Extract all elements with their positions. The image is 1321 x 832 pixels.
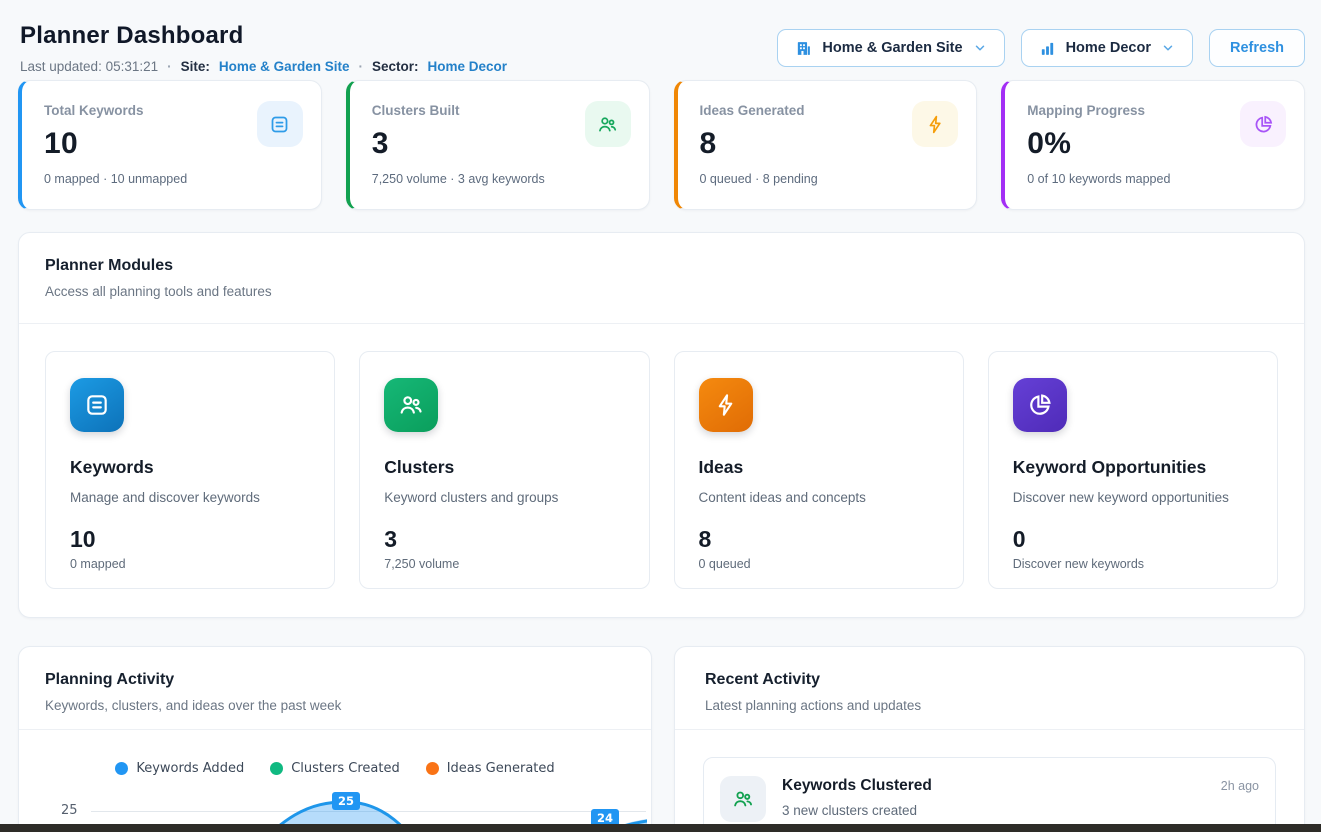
module-title: Clusters (384, 457, 624, 478)
chart-legend: Keywords Added Clusters Created Ideas Ge… (19, 761, 651, 776)
module-value: 8 (699, 526, 939, 553)
divider (19, 729, 651, 730)
header-actions: Home & Garden Site Home Decor Refresh (777, 29, 1305, 67)
last-updated: Last updated: 05:31:21 (20, 59, 158, 74)
legend-item-ideas-generated[interactable]: Ideas Generated (426, 761, 555, 776)
stat-card-mapping-progress: Mapping Progress 0% 0 of 10 keywords map… (1001, 80, 1305, 210)
legend-label: Ideas Generated (447, 761, 555, 776)
legend-dot-blue (115, 762, 128, 775)
page-meta: Last updated: 05:31:21 · Site: Home & Ga… (20, 59, 507, 74)
modules-subtitle: Access all planning tools and features (45, 284, 1278, 299)
sector-selector-dropdown[interactable]: Home Decor (1021, 29, 1193, 67)
activity-item-keywords-clustered: Keywords Clustered 2h ago 3 new clusters… (703, 757, 1276, 832)
module-card-ideas[interactable]: Ideas Content ideas and concepts 8 0 que… (674, 351, 964, 589)
activity-item-time: 2h ago (1221, 779, 1259, 793)
module-title: Keyword Opportunities (1013, 457, 1253, 478)
last-updated-value: 05:31:21 (106, 59, 159, 74)
stats-row: Total Keywords 10 0 mapped · 10 unmapped… (18, 80, 1305, 210)
sector-selector-label: Home Decor (1066, 40, 1151, 56)
refresh-button-label: Refresh (1230, 40, 1284, 56)
users-icon (720, 776, 766, 822)
module-description: Content ideas and concepts (699, 490, 939, 505)
module-value: 3 (384, 526, 624, 553)
recent-activity-title: Recent Activity (705, 671, 1274, 689)
divider (19, 323, 1304, 324)
pie-chart-icon (1240, 101, 1286, 147)
pie-chart-icon (1013, 378, 1067, 432)
stat-card-ideas-generated: Ideas Generated 8 0 queued · 8 pending (674, 80, 978, 210)
data-point-label: 25 (332, 792, 360, 810)
module-card-keywords[interactable]: Keywords Manage and discover keywords 10… (45, 351, 335, 589)
stat-card-total-keywords: Total Keywords 10 0 mapped · 10 unmapped (18, 80, 322, 210)
meta-separator: · (358, 59, 363, 74)
refresh-button[interactable]: Refresh (1209, 29, 1305, 67)
planning-activity-subtitle: Keywords, clusters, and ideas over the p… (45, 698, 625, 713)
site-selector-label: Home & Garden Site (822, 40, 962, 56)
bolt-icon (912, 101, 958, 147)
chevron-down-icon (1161, 41, 1175, 55)
module-title: Ideas (699, 457, 939, 478)
planning-activity-title: Planning Activity (45, 671, 625, 689)
module-title: Keywords (70, 457, 310, 478)
recent-activity-panel: Recent Activity Latest planning actions … (674, 646, 1305, 832)
site-label: Site: (181, 59, 210, 74)
modules-grid: Keywords Manage and discover keywords 10… (45, 351, 1278, 589)
users-icon (384, 378, 438, 432)
stat-detail: 0 of 10 keywords mapped (1027, 172, 1284, 186)
chevron-down-icon (973, 41, 987, 55)
sector-link[interactable]: Home Decor (427, 59, 507, 74)
site-selector-dropdown[interactable]: Home & Garden Site (777, 29, 1004, 67)
modules-title: Planner Modules (45, 257, 1278, 275)
sector-label: Sector: (372, 59, 419, 74)
activity-item-body: Keywords Clustered 2h ago 3 new clusters… (782, 772, 1259, 832)
site-link[interactable]: Home & Garden Site (219, 59, 350, 74)
module-card-keyword-opportunities[interactable]: Keyword Opportunities Discover new keywo… (988, 351, 1278, 589)
stat-card-clusters-built: Clusters Built 3 7,250 volume · 3 avg ke… (346, 80, 650, 210)
module-detail: 0 mapped (70, 557, 310, 571)
module-value: 10 (70, 526, 310, 553)
last-updated-label: Last updated: (20, 59, 102, 74)
divider (675, 729, 1304, 730)
legend-dot-orange (426, 762, 439, 775)
planning-activity-panel: Planning Activity Keywords, clusters, an… (18, 646, 652, 832)
legend-dot-green (270, 762, 283, 775)
module-detail: 7,250 volume (384, 557, 624, 571)
module-detail: Discover new keywords (1013, 557, 1253, 571)
recent-activity-subtitle: Latest planning actions and updates (705, 698, 1274, 713)
document-icon (70, 378, 124, 432)
module-description: Discover new keyword opportunities (1013, 490, 1253, 505)
legend-item-keywords-added[interactable]: Keywords Added (115, 761, 244, 776)
module-description: Keyword clusters and groups (384, 490, 624, 505)
stat-detail: 0 mapped · 10 unmapped (44, 172, 301, 186)
bar-chart-icon (1039, 40, 1056, 57)
activity-item-title: Keywords Clustered (782, 777, 932, 795)
bottom-edge-bar (0, 824, 1321, 832)
page-title: Planner Dashboard (20, 22, 243, 50)
legend-item-clusters-created[interactable]: Clusters Created (270, 761, 400, 776)
legend-label: Keywords Added (136, 761, 244, 776)
bolt-icon (699, 378, 753, 432)
building-icon (795, 40, 812, 57)
module-detail: 0 queued (699, 557, 939, 571)
module-card-clusters[interactable]: Clusters Keyword clusters and groups 3 7… (359, 351, 649, 589)
meta-separator: · (167, 59, 172, 74)
planner-modules-panel: Planner Modules Access all planning tool… (18, 232, 1305, 618)
users-icon (585, 101, 631, 147)
stat-detail: 7,250 volume · 3 avg keywords (372, 172, 629, 186)
document-icon (257, 101, 303, 147)
stat-detail: 0 queued · 8 pending (700, 172, 957, 186)
module-value: 0 (1013, 526, 1253, 553)
module-description: Manage and discover keywords (70, 490, 310, 505)
activity-item-description: 3 new clusters created (782, 803, 1259, 818)
legend-label: Clusters Created (291, 761, 400, 776)
